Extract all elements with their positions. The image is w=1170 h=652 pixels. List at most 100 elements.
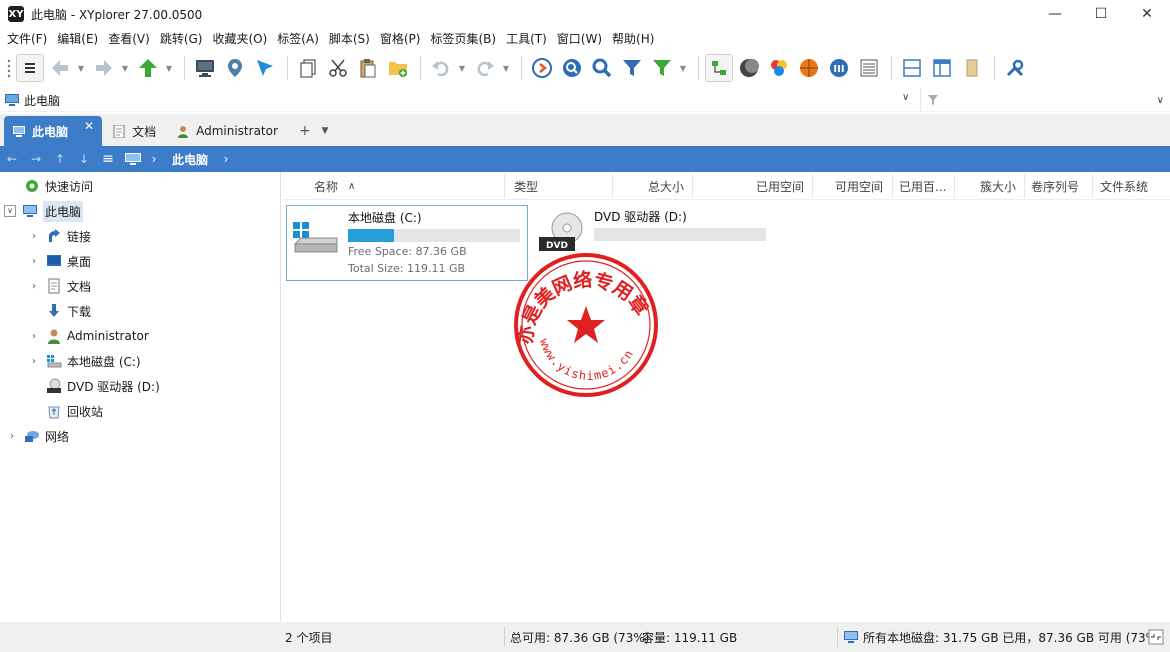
column-total-size[interactable]: 总大小: [648, 172, 684, 200]
column-name[interactable]: 名称 ∧: [314, 172, 355, 200]
tab-administrator[interactable]: Administrator: [168, 116, 286, 146]
menu-favorites[interactable]: 收藏夹(O): [207, 28, 272, 50]
menu-view[interactable]: 查看(V): [103, 28, 155, 50]
close-button[interactable]: ✕: [1124, 0, 1170, 28]
tree-item-administrator[interactable]: › Administrator: [28, 324, 149, 348]
find-icon[interactable]: [588, 54, 616, 82]
menu-go[interactable]: 跳转(G): [155, 28, 208, 50]
filter-icon[interactable]: [618, 54, 646, 82]
address-dropdown-icon[interactable]: ∨: [902, 92, 909, 103]
menu-panes[interactable]: 窗格(P): [375, 28, 426, 50]
search-icon[interactable]: [558, 54, 586, 82]
column-type[interactable]: 类型: [514, 172, 538, 200]
chevron-right-icon[interactable]: ›: [214, 152, 238, 166]
ball-icon[interactable]: [795, 54, 823, 82]
up-arrow-icon[interactable]: ↑: [48, 152, 72, 166]
chevron-right-icon[interactable]: ›: [28, 356, 40, 367]
tree-item-documents[interactable]: › 文档: [28, 274, 91, 298]
tab-bar: 此电脑 ✕ 文档 Administrator + ▼: [0, 114, 1170, 146]
up-button[interactable]: [134, 54, 162, 82]
tools-icon[interactable]: [1001, 54, 1029, 82]
live-filter-box[interactable]: ∨: [920, 88, 1170, 112]
tree-icon[interactable]: [705, 54, 733, 82]
forward-dropdown-icon[interactable]: ▼: [120, 54, 130, 82]
preview-pane-icon[interactable]: [928, 54, 956, 82]
menu-help[interactable]: 帮助(H): [607, 28, 659, 50]
menu-tabsets[interactable]: 标签页集(B): [425, 28, 501, 50]
tree-item-recycle-bin[interactable]: 回收站: [28, 399, 103, 423]
tab-this-pc[interactable]: 此电脑 ✕: [4, 116, 103, 146]
resize-grip-icon[interactable]: [1148, 622, 1164, 652]
close-tab-icon[interactable]: ✕: [84, 119, 94, 133]
paste-icon[interactable]: [354, 54, 382, 82]
redo-icon[interactable]: [471, 54, 499, 82]
tree-item-dvd[interactable]: DVD 驱动器 (D:): [28, 374, 160, 398]
address-path[interactable]: 此电脑: [4, 88, 920, 112]
cut-icon[interactable]: [324, 54, 352, 82]
tree-item-links[interactable]: › 链接: [28, 224, 91, 248]
chevron-right-icon[interactable]: ›: [6, 431, 18, 442]
main-menu-button[interactable]: [16, 54, 44, 82]
tree-item-quick-access[interactable]: 快速访问: [6, 174, 93, 198]
tree-item-local-disk[interactable]: › 本地磁盘 (C:): [28, 349, 141, 373]
chevron-right-icon[interactable]: ›: [28, 331, 40, 342]
location-pin-icon[interactable]: [221, 54, 249, 82]
details-view-icon[interactable]: [855, 54, 883, 82]
dual-pane-icon[interactable]: [898, 54, 926, 82]
menu-file[interactable]: 文件(F): [2, 28, 52, 50]
column-used-percent[interactable]: 已用百...: [899, 172, 946, 200]
menu-tags[interactable]: 标签(A): [272, 28, 324, 50]
menu-tools[interactable]: 工具(T): [501, 28, 552, 50]
column-serial-number[interactable]: 卷序列号: [1031, 172, 1079, 200]
column-free-space[interactable]: 可用空间: [835, 172, 883, 200]
tree-item-desktop[interactable]: › 桌面: [28, 249, 91, 273]
tree-item-this-pc[interactable]: ∨ 此电脑: [4, 199, 84, 223]
go-icon[interactable]: [528, 54, 556, 82]
maximize-button[interactable]: ☐: [1078, 0, 1124, 28]
grip-icon[interactable]: [4, 54, 14, 82]
tree-item-downloads[interactable]: 下载: [28, 299, 91, 323]
forward-arrow-icon[interactable]: →: [24, 152, 48, 166]
tab-list-dropdown-icon[interactable]: ▼: [316, 116, 334, 146]
up-dropdown-icon[interactable]: ▼: [164, 54, 174, 82]
back-arrow-icon[interactable]: ←: [0, 152, 24, 166]
new-tab-button[interactable]: +: [294, 116, 316, 146]
filter-green-icon[interactable]: [648, 54, 676, 82]
drive-icon: [47, 355, 62, 368]
column-cluster-size[interactable]: 簇大小: [980, 172, 1016, 200]
hamburger-icon[interactable]: ≡: [96, 151, 120, 167]
copy-icon[interactable]: [294, 54, 322, 82]
minimize-button[interactable]: —: [1032, 0, 1078, 28]
user-icon: [178, 125, 189, 138]
back-dropdown-icon[interactable]: ▼: [76, 54, 86, 82]
new-folder-icon[interactable]: [384, 54, 412, 82]
drive-tile-c[interactable]: 本地磁盘 (C:) Free Space: 87.36 GB Total Siz…: [286, 205, 528, 281]
redo-dropdown-icon[interactable]: ▼: [501, 54, 511, 82]
chevron-right-icon[interactable]: ›: [28, 231, 40, 242]
chevron-right-icon[interactable]: ›: [28, 281, 40, 292]
filter-dropdown-icon[interactable]: ▼: [678, 54, 688, 82]
undo-icon[interactable]: [427, 54, 455, 82]
computer-icon[interactable]: [191, 54, 219, 82]
forward-button[interactable]: [90, 54, 118, 82]
down-arrow-icon[interactable]: ↓: [72, 152, 96, 166]
filter-dropdown-icon[interactable]: ∨: [1157, 95, 1164, 106]
menu-window[interactable]: 窗口(W): [552, 28, 607, 50]
chevron-right-icon[interactable]: ›: [28, 256, 40, 267]
badge-icon[interactable]: III: [825, 54, 853, 82]
tab-documents[interactable]: 文档: [104, 116, 164, 146]
tree-item-network[interactable]: › 网络: [6, 424, 69, 448]
menu-scripting[interactable]: 脚本(S): [324, 28, 375, 50]
back-button[interactable]: [46, 54, 74, 82]
collapse-icon[interactable]: ∨: [4, 205, 16, 217]
cursor-icon[interactable]: [251, 54, 279, 82]
color-filter-icon[interactable]: [765, 54, 793, 82]
info-panel-icon[interactable]: [958, 54, 986, 82]
undo-dropdown-icon[interactable]: ▼: [457, 54, 467, 82]
dark-mode-icon[interactable]: [735, 54, 763, 82]
column-used-space[interactable]: 已用空间: [756, 172, 804, 200]
menu-edit[interactable]: 编辑(E): [52, 28, 103, 50]
breadcrumb-item[interactable]: 此电脑: [172, 151, 208, 168]
chevron-right-icon[interactable]: ›: [142, 152, 166, 166]
column-file-system[interactable]: 文件系统: [1100, 172, 1148, 200]
